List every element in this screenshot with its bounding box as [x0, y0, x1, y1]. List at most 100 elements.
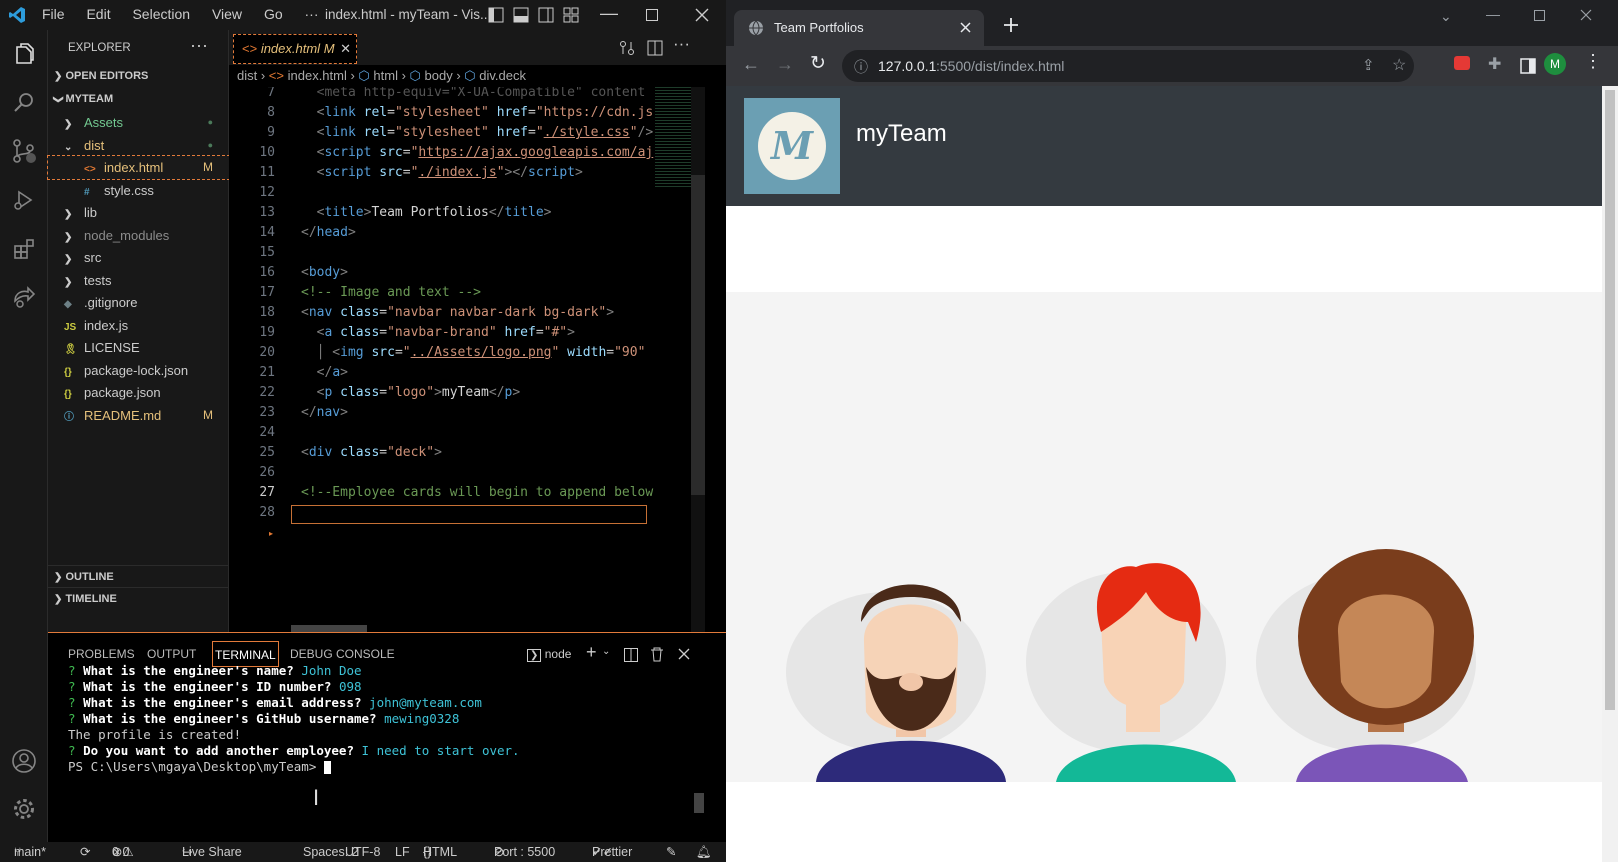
menu-selection[interactable]: Selection	[132, 6, 190, 22]
terminal-scrollbar[interactable]	[694, 793, 704, 813]
status-bar: ⑂ main* ⟳ ⊗ 0 ⚠ 0 ↪ Live Share Spaces: 2…	[0, 842, 726, 862]
tab-search-icon[interactable]: ⌄	[1440, 8, 1452, 25]
search-icon[interactable]	[8, 86, 40, 118]
live-share-icon[interactable]	[8, 281, 40, 313]
extensions-puzzle-icon[interactable]: ✚	[1488, 54, 1501, 74]
file-tree-item[interactable]: ❯ src	[48, 246, 229, 269]
encoding-status[interactable]: UTF-8	[345, 842, 380, 862]
add-terminal-icon[interactable]: +	[586, 642, 597, 663]
file-tree-item[interactable]: ❯ lib	[48, 201, 229, 224]
live-share-status[interactable]: ↪ Live Share	[182, 842, 242, 862]
maximize-icon[interactable]	[646, 9, 658, 21]
accounts-icon[interactable]	[8, 745, 40, 777]
run-debug-icon[interactable]	[8, 184, 40, 216]
trash-icon[interactable]	[650, 647, 664, 662]
file-tree-item[interactable]: ◆ .gitignore	[48, 291, 229, 314]
terminal-output[interactable]: ? What is the engineer's name? John Doe …	[48, 662, 708, 812]
close-panel-icon[interactable]	[678, 648, 690, 660]
close-icon[interactable]	[1580, 9, 1592, 21]
maximize-icon[interactable]	[1534, 10, 1545, 21]
explorer-more-icon[interactable]: ···	[190, 35, 208, 56]
element-icon: ⬡	[358, 68, 370, 83]
git-status-badge: M	[203, 407, 213, 422]
file-tree-item[interactable]: ❯ node_modules	[48, 224, 229, 247]
customize-layout-icon[interactable]	[563, 7, 579, 23]
toggle-secondary-sidebar-icon[interactable]	[538, 7, 554, 23]
file-name: tests	[84, 272, 112, 288]
file-tree-item[interactable]: JS index.js	[48, 314, 229, 337]
minimize-icon[interactable]: —	[1486, 6, 1500, 22]
explorer-icon[interactable]	[8, 39, 40, 71]
share-icon[interactable]: ⇪	[1362, 56, 1375, 74]
file-tree-item[interactable]: ❯ tests	[48, 269, 229, 292]
minimap[interactable]	[655, 87, 691, 187]
site-info-icon[interactable]: ⓘ	[854, 57, 868, 77]
code-line: <link rel="stylesheet" href="https://cdn…	[301, 105, 654, 120]
toggle-primary-sidebar-icon[interactable]	[488, 7, 504, 23]
open-editors-section[interactable]: ❯ OPEN EDITORS	[48, 65, 229, 88]
line-number: 14	[259, 225, 275, 240]
menu-file[interactable]: File	[42, 6, 65, 22]
back-icon[interactable]: ←	[742, 54, 760, 75]
bookmark-star-icon[interactable]: ☆	[1392, 55, 1406, 75]
new-tab-icon[interactable]	[1004, 18, 1018, 32]
close-icon[interactable]	[695, 8, 709, 22]
extensions-icon[interactable]	[8, 233, 40, 265]
file-tree-item[interactable]: <> index.html M	[47, 155, 230, 180]
feedback-icon[interactable]: ✎	[666, 842, 676, 862]
open-changes-icon[interactable]	[619, 40, 635, 56]
outline-section[interactable]: ❯ OUTLINE	[48, 565, 229, 588]
menu-go[interactable]: Go	[264, 6, 283, 22]
port-icon: ⊘	[494, 845, 505, 859]
vertical-scrollbar[interactable]	[691, 87, 705, 632]
file-tree-item[interactable]: ⓘ README.md M	[48, 404, 229, 427]
manage-gear-icon[interactable]	[8, 793, 40, 825]
chrome-menu-icon[interactable]: ⋮	[1584, 51, 1602, 72]
tab-index-html[interactable]: <> index.html M ✕	[233, 34, 357, 64]
code-editor[interactable]: 7 8 9 10 11 12 13 14 15 16 17 18 19 20 21 22 23 24 25 26 27 2…	[229, 87, 691, 632]
minimize-icon[interactable]: —	[600, 3, 618, 24]
menu-more[interactable]: ···	[305, 6, 319, 22]
split-terminal-icon[interactable]	[624, 648, 638, 662]
file-tree-item[interactable]: ❯ Assets ●	[48, 111, 229, 134]
file-tree-item[interactable]: {} package-lock.json	[48, 359, 229, 382]
git-status-badge: ●	[207, 139, 213, 150]
branch-status[interactable]: ⑂ main*	[14, 842, 46, 862]
tab-close-icon[interactable]: ✕	[340, 41, 351, 56]
horizontal-scrollbar[interactable]	[291, 625, 367, 632]
split-editor-icon[interactable]	[647, 40, 663, 56]
menu-edit[interactable]: Edit	[86, 6, 110, 22]
code-line: </head>	[301, 225, 356, 240]
file-tree-item[interactable]: {} package.json	[48, 381, 229, 404]
notifications-bell-icon[interactable]: 🔔︎	[696, 842, 712, 862]
side-panel-icon[interactable]	[1520, 58, 1536, 74]
forward-icon[interactable]: →	[776, 54, 794, 75]
extension-icon[interactable]	[1454, 56, 1470, 70]
editor-more-icon[interactable]: ···	[673, 34, 690, 54]
problems-status[interactable]: ⊗ 0 ⚠ 0	[112, 842, 134, 862]
language-status[interactable]: {} HTML	[423, 842, 457, 862]
chevron-down-icon[interactable]: ⌄	[602, 646, 610, 657]
code-line: <nav class="navbar navbar-dark bg-dark">	[301, 305, 615, 320]
timeline-section[interactable]: ❯ TIMELINE	[48, 587, 229, 610]
profile-avatar[interactable]: M	[1544, 53, 1566, 75]
project-section[interactable]: ❯ MYTEAM	[48, 88, 229, 111]
tab-close-icon[interactable]	[960, 22, 971, 33]
source-control-icon[interactable]	[8, 135, 40, 167]
file-tree-item[interactable]: 🎗︎ LICENSE	[48, 336, 229, 359]
file-tree-item[interactable]: # style.css	[48, 179, 229, 202]
address-bar[interactable]: ⓘ 127.0.0.1 :5500/dist/index.html ⇪ ☆	[842, 50, 1414, 82]
layout-controls	[488, 7, 579, 23]
toggle-panel-icon[interactable]	[513, 7, 529, 23]
prettier-status[interactable]: ✓✓ Prettier	[592, 842, 632, 862]
sync-icon[interactable]: ⟳	[80, 842, 90, 862]
browser-tab[interactable]: Team Portfolios	[734, 10, 984, 46]
terminal-shell-selector[interactable]: ❯ node	[527, 647, 571, 662]
eol-status[interactable]: LF	[395, 842, 410, 862]
reload-icon[interactable]: ↻	[810, 52, 826, 75]
menu-view[interactable]: View	[212, 6, 242, 22]
page-scrollbar[interactable]	[1602, 86, 1618, 862]
brand-logo[interactable]: M	[744, 98, 840, 194]
file-tree-item[interactable]: ⌄ dist ●	[48, 134, 229, 157]
live-server-status[interactable]: ⊘ Port : 5500	[494, 842, 555, 862]
